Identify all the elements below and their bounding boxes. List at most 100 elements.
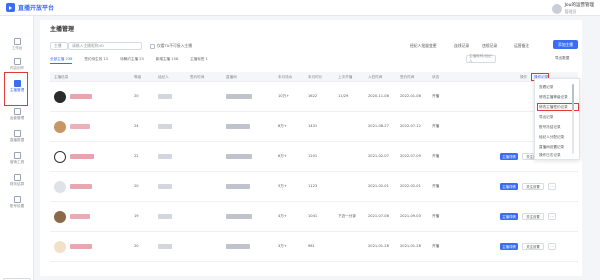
document-icon [13,57,21,65]
violation-records-link[interactable]: 违规记录 [482,43,497,49]
blurred-agent [158,214,172,219]
blurred-agent [158,124,172,129]
column-header: 主播信息 [54,74,69,79]
tab-new[interactable]: 新增主播 158 [156,57,178,64]
brand[interactable]: 直播开放平台 [0,3,54,12]
table-row[interactable]: 22 6万+ 1201 2021-02-07 2022-07-09 开播 主播详… [50,142,578,172]
tab-tags[interactable]: 主播标签 1 [190,57,208,64]
column-search-input[interactable]: 主播昵称/经纪人 [466,54,496,63]
column-header: 入驻时间 [368,74,383,79]
table-row[interactable]: 19 4万+ 1041 下迈一分钟 2021-07-08 2021-09-03 … [50,202,578,232]
menu-item[interactable]: 查看记录 [539,85,553,90]
main-panel: 主播管理 主播 请输入主播昵称/ID 仅看TA不可接入主播 经纪人批量变更 连线… [40,20,582,276]
menu-scroll-thumb[interactable] [572,84,574,110]
cell-join-date: 2021-01-28 [368,244,389,248]
column-header: 等级 [134,74,142,79]
only-self-checkbox[interactable]: 仅看TA不可接入主播 [150,43,192,49]
page-title: 主播管理 [50,26,75,33]
sidebar-item-content[interactable]: 内容创作 [0,54,34,74]
blurred-room [226,244,250,249]
anchor-detail-button[interactable]: 主播详情 [500,213,518,220]
cell-level: 22 [134,154,139,158]
type-select[interactable]: 主播 [50,42,68,50]
search-placeholder: 请输入主播昵称/ID [72,43,104,48]
top-bar: 直播开放平台 Jou的运营管理 管理员 [0,0,600,16]
anchor-detail-button[interactable]: 主播详情 [500,183,518,190]
cell-duration: 1431 [308,124,318,128]
cell-last-live: 11/29 [338,94,349,98]
follow-settings-button[interactable]: 关注设置 [522,243,544,250]
batch-agent-link[interactable]: 经纪人批量变更 [410,43,437,49]
user-name: Jou的运营管理 [564,3,594,8]
user-menu[interactable]: Jou的运营管理 管理员 [551,2,594,15]
menu-item[interactable]: 经纪人分配记录 [539,135,564,140]
sidebar-item-account[interactable]: 账号设置 [0,192,34,212]
sidebar-item-label: 直播数据 [9,137,25,142]
sidebar-item-workbench[interactable]: 工作台 [0,34,34,54]
home-icon [13,37,21,45]
cell-amount: 8万+ [278,124,287,128]
blurred-agent [158,154,172,159]
cell-duration: 1622 [308,94,318,98]
anchor-detail-button[interactable]: 主播详情 [500,243,518,250]
gear-icon [13,107,21,115]
sidebar-item-label: 营销工具 [9,159,25,164]
sidebar-item-live-data[interactable]: 直播数据 [0,126,34,146]
cell-join-date: 2020-11-08 [368,94,389,98]
menu-item[interactable]: 修改主播等级记录 [539,95,568,100]
cell-amount: 5万+ [278,184,287,188]
table-row[interactable]: 20 5万+ 1123 2021-02-01 2022-02-01 开播 主播详… [50,172,578,202]
checkbox-label: 仅看TA不可接入主播 [157,43,192,48]
column-search-placeholder: 主播昵称/经纪人 [469,54,492,63]
cell-status: 开播 [432,124,440,128]
more-icon[interactable]: ⋯ [548,213,556,220]
menu-item[interactable]: 账号冻结记录 [539,125,561,130]
cell-status: 开播 [432,184,440,188]
ops-notes-link[interactable]: 运营备注 [514,43,529,49]
cell-join-date: 2021-07-08 [368,214,389,218]
sidebar-item-finance[interactable]: 财务结算 [0,170,34,190]
table-row[interactable]: 24 8万+ 1431 2021-06-27 2022-07-12 开播 [50,112,578,142]
connect-records-link[interactable]: 连线记录 [454,43,469,49]
blurred-room [226,154,252,159]
cell-duration: 1123 [308,184,318,188]
follow-settings-button[interactable]: 关注设置 [522,213,544,220]
cell-status: 开播 [432,244,440,248]
cell-level: 20 [134,94,139,98]
tab-all[interactable]: 全部主播 238 [50,57,73,64]
column-header: 状态 [432,74,440,79]
blurred-room [226,94,252,99]
avatar [54,181,66,193]
column-header: 直播间 [226,74,237,79]
chart-icon [13,129,21,137]
menu-item[interactable]: 操作日志记录 [539,153,561,158]
search-input[interactable]: 请输入主播昵称/ID [68,42,142,50]
more-icon[interactable]: ⋯ [548,183,556,190]
cell-level: 19 [134,214,139,218]
menu-item[interactable]: 导出记录 [539,115,553,120]
tab-terminating[interactable]: 待解约主播 23 [120,57,144,64]
tab-pending[interactable]: 签约待生效 13 [84,57,108,64]
add-anchor-button[interactable]: 添加主播 [553,40,578,49]
sidebar-item-label: 内容创作 [9,65,25,70]
blurred-agent [158,184,172,189]
follow-settings-button[interactable]: 关注设置 [522,183,544,190]
sidebar-item-label: 账号设置 [9,203,25,208]
sidebar-item-marketing[interactable]: 营销工具 [0,148,34,168]
anchor-detail-button[interactable]: 主播详情 [500,153,518,160]
export-button[interactable]: 导出数据 [555,56,569,61]
avatar [54,211,66,223]
table-row[interactable]: 20 3万+ 961 2021-01-28 2021-01-28 开播 主播详情… [50,232,578,262]
blurred-room [226,124,250,129]
table-row[interactable]: 20 10万+ 1622 11/29 2020-11-08 2022-01-08… [50,82,578,112]
more-icon[interactable]: ⋯ [548,243,556,250]
avatar [54,151,66,163]
cell-duration: 1041 [308,214,318,218]
cell-amount: 10万+ [278,94,290,98]
cell-amount: 6万+ [278,154,287,158]
avatar [54,121,66,133]
type-select-value: 主播 [54,43,62,48]
cell-sign-date: 2022-07-09 [400,154,421,158]
menu-item[interactable]: 直播间设置记录 [539,145,564,150]
sidebar-item-operations[interactable]: 运营管理 [0,104,34,124]
